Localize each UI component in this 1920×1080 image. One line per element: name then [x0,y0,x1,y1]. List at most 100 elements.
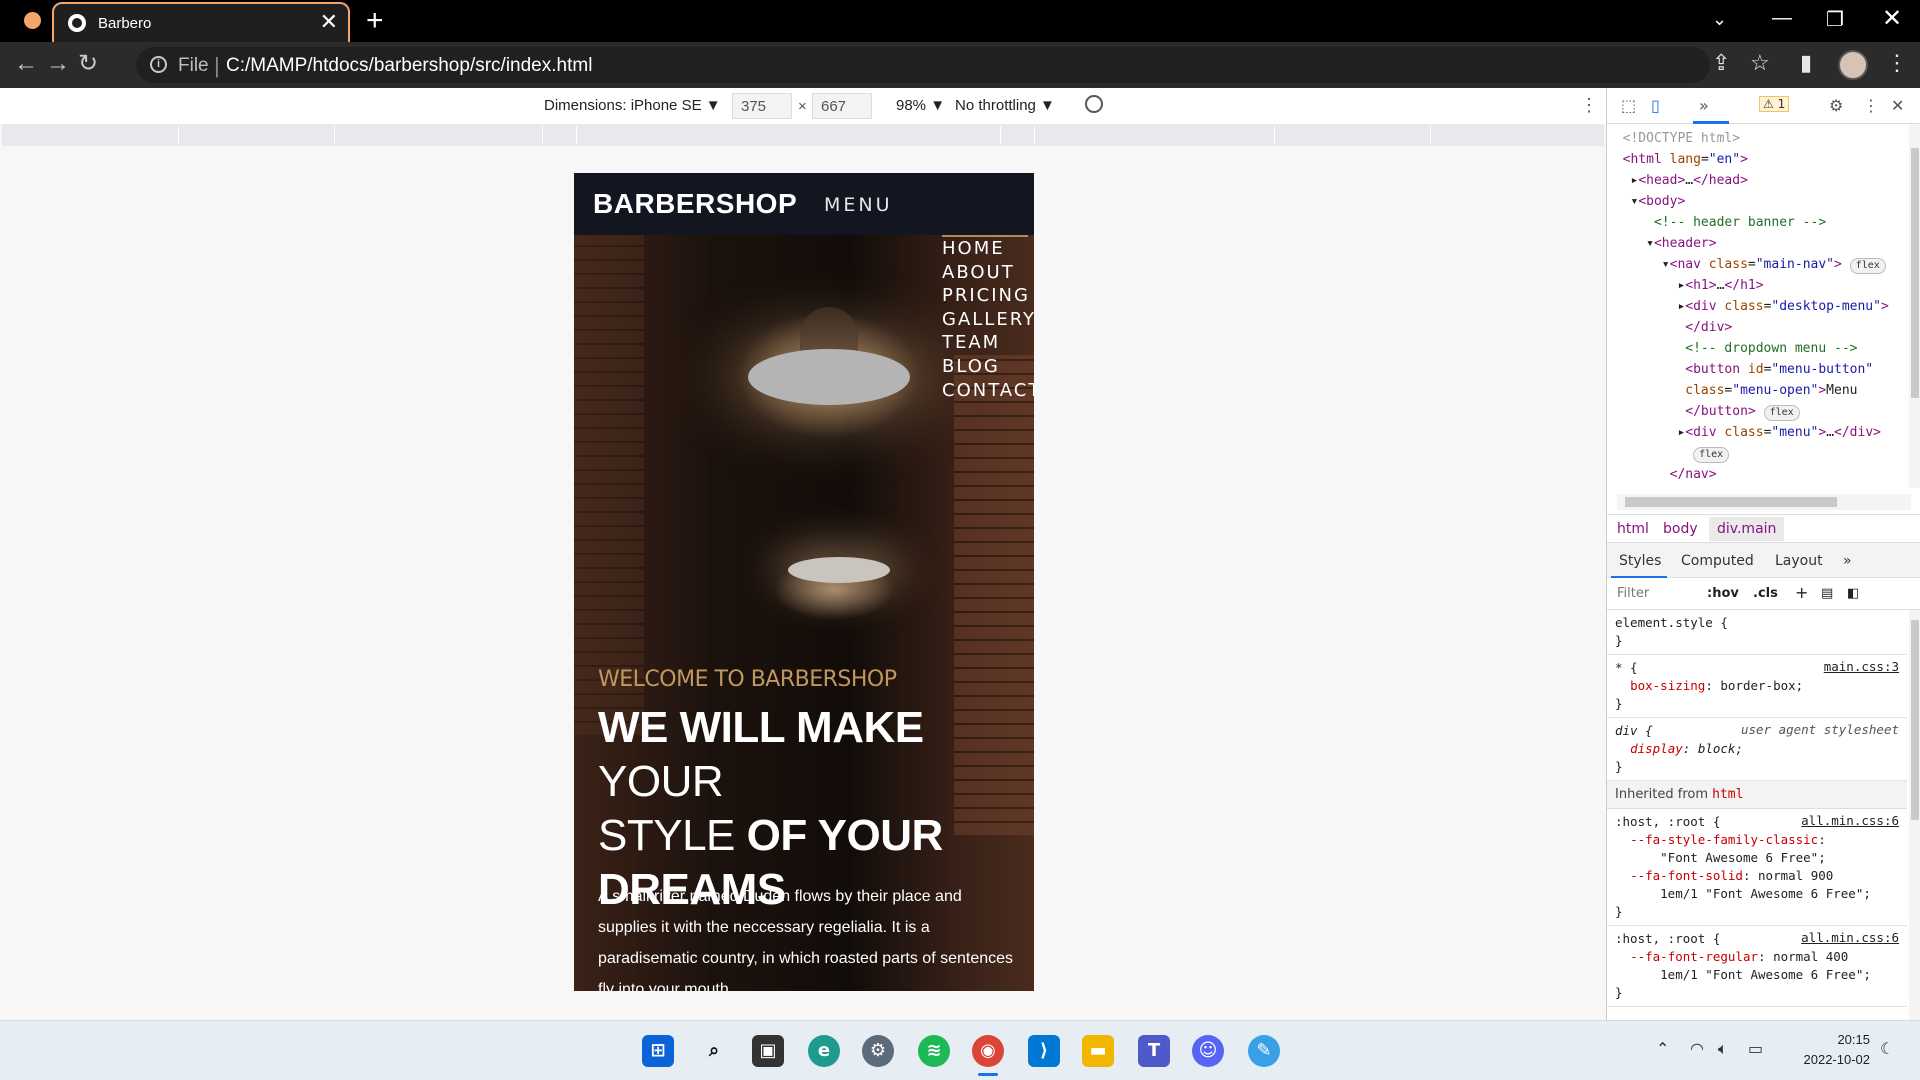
media-query-ruler[interactable] [2,124,1604,146]
url-text[interactable]: C:/MAMP/htdocs/barbershop/src/index.html [226,55,592,77]
warnings-badge[interactable]: ⚠ 1 [1759,96,1790,112]
discord-icon[interactable]: ☺ [1192,1035,1224,1067]
breadcrumb-body[interactable]: body [1663,521,1698,537]
hov-toggle[interactable]: :hov [1707,586,1739,601]
device-toggle-icon[interactable]: ▯ [1651,96,1660,115]
edge-icon[interactable]: e [808,1035,840,1067]
element-style-rule[interactable]: element.style { } [1607,610,1907,655]
paint-app-icon[interactable]: ✎ [1248,1035,1280,1067]
dom-line[interactable]: ▾<header> [1607,233,1907,254]
dom-horizontal-scrollbar[interactable] [1617,494,1911,510]
height-input[interactable]: 667 [812,93,872,119]
more-panels-icon[interactable]: » [1699,96,1709,115]
vscode-icon[interactable]: ⟩ [1028,1035,1060,1067]
throttling-select[interactable]: No throttling ▼ [955,97,1055,114]
tab-close-icon[interactable]: ✕ [320,10,338,34]
tab-barbero[interactable]: Barbero ✕ [52,2,350,42]
minimize-button[interactable]: — [1772,7,1792,30]
system-clock[interactable]: 20:15 2022-10-02 [1786,1030,1871,1070]
inherited-tag[interactable]: html [1712,787,1743,802]
dom-line[interactable]: </nav> [1607,464,1907,485]
breadcrumb-html[interactable]: html [1617,521,1649,537]
dom-line[interactable]: ▾<body> [1607,191,1907,212]
tab-search-chevron-icon[interactable]: ⌄ [1712,9,1727,30]
start-menu-icon[interactable]: ⊞ [642,1035,674,1067]
site-logo[interactable]: BARBERSHOP [593,188,797,220]
side-panel-icon[interactable]: ▮ [1800,50,1812,76]
universal-rule[interactable]: main.css:3 * { box-sizing: border-box; } [1607,655,1907,718]
rule-declaration[interactable]: box-sizing: border-box; [1615,677,1899,695]
close-window-button[interactable]: ✕ [1882,4,1902,33]
browser-menu-icon[interactable]: ⋮ [1886,50,1908,76]
width-input[interactable]: 375 [732,93,792,119]
dom-line[interactable]: ▸<h1>…</h1> [1607,275,1907,296]
devtools-menu-icon[interactable]: ⋮ [1863,96,1879,115]
task-view-icon[interactable]: ▣ [752,1035,784,1067]
menu-item-blog[interactable]: BLOG [942,355,1028,379]
dom-line[interactable]: class="menu-open">Menu [1607,380,1907,401]
breadcrumb-div-main[interactable]: div.main [1709,517,1785,541]
dom-scrollbar[interactable] [1909,124,1920,488]
address-bar[interactable]: i File | C:/MAMP/htdocs/barbershop/src/i… [136,47,1710,83]
dom-line[interactable]: </button> flex [1607,401,1907,422]
profile-avatar[interactable] [1838,50,1868,80]
back-arrow-icon[interactable]: ← [14,51,38,77]
rule-declaration[interactable]: --fa-style-family-classic: [1615,831,1899,849]
dom-line[interactable]: <!DOCTYPE html> [1607,128,1907,149]
more-tabs-icon[interactable]: » [1843,553,1852,569]
dom-tree[interactable]: <!DOCTYPE html> <html lang="en"> ▸<head>… [1607,124,1907,488]
rule-source-link[interactable]: all.min.css:6 [1801,813,1899,828]
paint-icon[interactable]: ▤ [1821,586,1833,601]
tab-layout[interactable]: Layout [1775,553,1823,569]
bookmark-star-icon[interactable]: ☆ [1750,50,1770,76]
settings-gear-icon[interactable]: ⚙ [862,1035,894,1067]
dom-line[interactable]: ▸<div class="menu">…</div> [1607,422,1907,443]
menu-button[interactable]: MENU [824,194,893,216]
inspect-element-icon[interactable]: ⬚ [1621,96,1636,115]
zoom-select[interactable]: 98% ▼ [896,97,945,114]
volume-icon[interactable]: 🔈︎ [1718,1039,1728,1059]
menu-item-pricing[interactable]: PRICING [942,284,1028,308]
new-rule-icon[interactable]: + [1795,583,1808,602]
root-rule-2[interactable]: all.min.css:6 :host, :root { --fa-font-r… [1607,926,1907,1007]
new-tab-button[interactable]: + [366,5,384,37]
rule-source-link[interactable]: all.min.css:6 [1801,930,1899,945]
dom-line[interactable]: <!-- header banner --> [1607,212,1907,233]
menu-item-contact[interactable]: CONTACT [942,379,1034,403]
dom-line[interactable]: ▾<nav class="main-nav"> flex [1607,254,1907,275]
rule-declaration[interactable]: --fa-font-regular: normal 400 [1615,948,1899,966]
menu-item-team[interactable]: TEAM [942,331,1028,355]
menu-item-gallery[interactable]: GALLERY [942,308,1034,332]
devtools-close-icon[interactable]: ✕ [1891,96,1904,115]
forward-arrow-icon[interactable]: → [46,51,70,77]
menu-item-about[interactable]: ABOUT [942,261,1028,285]
tab-computed[interactable]: Computed [1681,553,1754,569]
teams-icon[interactable]: T [1138,1035,1170,1067]
styles-scrollbar[interactable] [1909,610,1920,1020]
maximize-button[interactable]: ❐ [1826,7,1844,32]
div-ua-rule[interactable]: user agent stylesheet div { display: blo… [1607,718,1907,781]
rule-source-link[interactable]: main.css:3 [1824,659,1899,674]
wifi-icon[interactable]: ◠ [1690,1039,1704,1058]
dom-line[interactable]: ▸<div class="desktop-menu"> [1607,296,1907,317]
toggle-sidebar-icon[interactable]: ◧ [1847,586,1859,601]
reload-icon[interactable]: ↻ [78,51,98,77]
cls-toggle[interactable]: .cls [1753,586,1778,601]
chrome-icon[interactable]: ◉ [972,1035,1004,1076]
search-icon[interactable]: ⌕ [698,1035,730,1067]
device-select[interactable]: Dimensions: iPhone SE ▼ [544,97,721,114]
device-more-icon[interactable]: ⋮ [1580,95,1598,116]
dom-line[interactable]: ▸<head>…</head> [1607,170,1907,191]
tab-styles[interactable]: Styles [1619,553,1661,569]
notification-moon-icon[interactable]: ☾ [1880,1039,1894,1058]
info-icon[interactable]: i [150,56,167,73]
dom-line[interactable]: <button id="menu-button" [1607,359,1907,380]
settings-gear-icon[interactable]: ⚙ [1829,96,1843,115]
dom-line[interactable]: <html lang="en"> [1607,149,1907,170]
rule-declaration[interactable]: --fa-font-solid: normal 900 [1615,867,1899,885]
dom-line[interactable]: </div> [1607,317,1907,338]
battery-icon[interactable]: ▭ [1748,1039,1763,1058]
rotate-icon[interactable] [1085,95,1103,113]
tray-chevron-icon[interactable]: ⌃ [1656,1039,1669,1058]
menu-item-home[interactable]: HOME [942,237,1028,261]
